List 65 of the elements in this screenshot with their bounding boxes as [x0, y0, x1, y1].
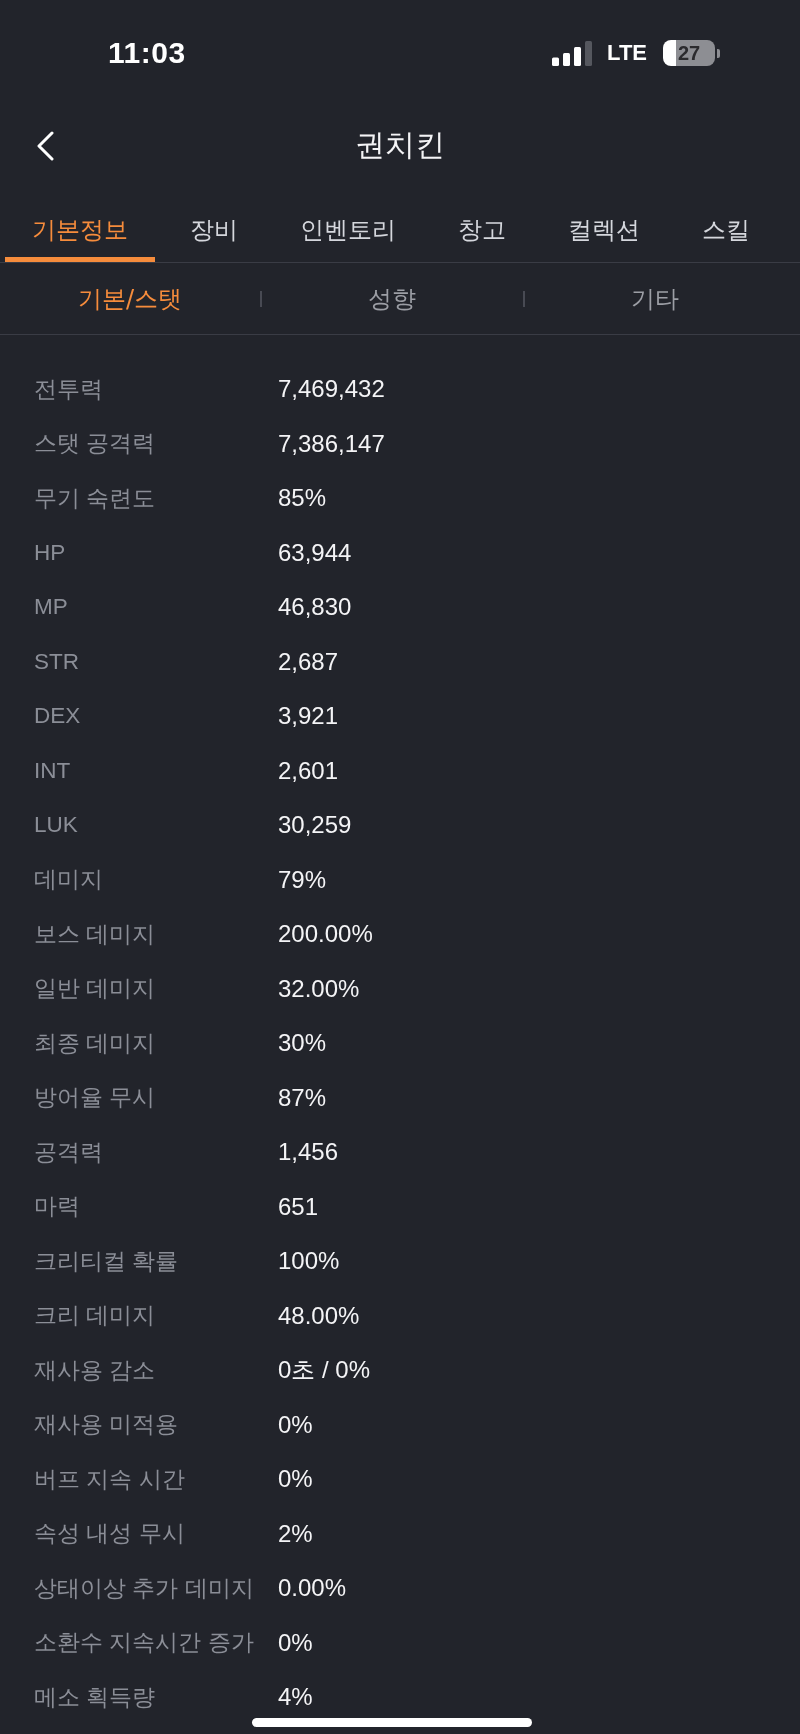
stat-label: 재사용 감소: [34, 1357, 156, 1383]
stat-label: 전투력: [34, 376, 103, 402]
sub-tab[interactable]: 기타: [524, 263, 785, 334]
stat-label: STR: [34, 648, 79, 674]
stat-value: 0.00%: [278, 1574, 347, 1602]
stat-value: 0초 / 0%: [278, 1356, 371, 1384]
stat-label: 속성 내성 무시: [34, 1521, 185, 1547]
stat-label: 공격력: [34, 1139, 103, 1165]
tab[interactable]: 컬렉션: [541, 185, 667, 262]
stat-label: 마력: [34, 1194, 80, 1220]
stat-label: 방어율 무시: [34, 1085, 156, 1111]
stat-label: 보스 데미지: [34, 921, 156, 947]
stat-label: DEX: [34, 703, 81, 729]
stat-value: 85%: [278, 484, 327, 512]
stat-value: 0%: [278, 1410, 313, 1438]
stat-value: 0%: [278, 1628, 313, 1656]
stat-value: 46,830: [278, 593, 352, 621]
stat-label: 소환수 지속시간 증가: [34, 1630, 254, 1656]
stat-label: 상태이상 추가 데미지: [34, 1575, 254, 1601]
network-label: LTE: [607, 40, 647, 66]
tab[interactable]: 인벤토리: [273, 185, 423, 262]
stat-value: 87%: [278, 1083, 327, 1111]
stat-value: 48.00%: [278, 1301, 360, 1329]
stat-value: 200.00%: [278, 920, 373, 948]
stat-label: 재사용 미적용: [34, 1412, 179, 1438]
status-time: 11:03: [108, 36, 186, 70]
stat-value: 7,469,432: [278, 375, 385, 403]
tab[interactable]: 창고: [431, 185, 533, 262]
sub-tab[interactable]: 기본/스탯: [0, 263, 261, 334]
stat-label: 크리 데미지: [34, 1303, 156, 1329]
stat-value: 32.00%: [278, 974, 360, 1002]
stat-label: 버프 지속 시간: [34, 1466, 185, 1492]
stat-label: 스탯 공격력: [34, 431, 156, 457]
stat-label: 일반 데미지: [34, 976, 156, 1002]
stat-value: 1,456: [278, 1138, 339, 1166]
tab[interactable]: 기본정보: [5, 185, 155, 262]
stat-label: INT: [34, 757, 71, 783]
stat-label: LUK: [34, 812, 78, 838]
stat-label: 메소 획득량: [34, 1684, 156, 1710]
stat-value: 30%: [278, 1029, 327, 1057]
tab[interactable]: 스킬: [675, 185, 777, 262]
page-title: 권치킨: [355, 126, 445, 164]
stat-label: MP: [34, 594, 68, 620]
stat-label: 데미지: [34, 867, 103, 893]
sub-tab[interactable]: 성향: [262, 263, 523, 334]
stat-value: 100%: [278, 1247, 340, 1275]
stat-label: 최종 데미지: [34, 1030, 156, 1056]
stat-label: 무기 숙련도: [34, 485, 156, 511]
stat-value: 4%: [278, 1683, 313, 1711]
stat-value: 63,944: [278, 538, 352, 566]
stat-label: 크리티컬 확률: [34, 1248, 179, 1274]
stat-value: 2,601: [278, 756, 339, 784]
stat-value: 3,921: [278, 702, 339, 730]
stat-value: 30,259: [278, 811, 352, 839]
stat-value: 2%: [278, 1519, 313, 1547]
stat-label: HP: [34, 539, 66, 565]
stat-value: 7,386,147: [278, 429, 385, 457]
tab[interactable]: 장비: [163, 185, 265, 262]
stat-value: 2,687: [278, 647, 339, 675]
stat-value: 79%: [278, 865, 327, 893]
battery-indicator: 27: [663, 40, 720, 66]
signal-icon: [552, 40, 593, 66]
stat-value: 0%: [278, 1465, 313, 1493]
stat-value: 651: [278, 1192, 319, 1220]
back-icon: [36, 130, 54, 161]
